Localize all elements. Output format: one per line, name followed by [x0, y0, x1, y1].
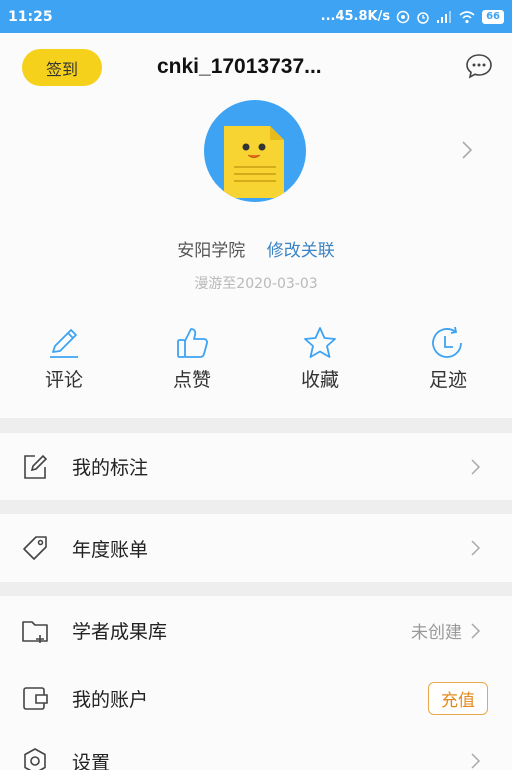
- roam-date: 漫游至2020-03-03: [194, 276, 318, 292]
- action-row: 评论 点赞 收藏 足迹: [0, 323, 512, 395]
- menu-my-account[interactable]: 我的账户 充值: [0, 665, 512, 731]
- avatar[interactable]: [204, 100, 306, 202]
- chevron-right-icon: [471, 540, 481, 556]
- action-label: 收藏: [300, 369, 339, 391]
- username: cnki_17013737...: [157, 55, 322, 78]
- section-divider: [0, 582, 512, 596]
- profile-header: 签到 cnki_17013737... 安阳学院 修改关联 漫游至2020-03…: [0, 33, 512, 418]
- clock-history-icon: [432, 326, 462, 358]
- action-label: 足迹: [428, 369, 467, 391]
- tag-icon: [23, 536, 47, 560]
- menu-my-annotations[interactable]: 我的标注: [0, 433, 512, 500]
- avatar-document-mascot-icon: [224, 126, 284, 198]
- wallet-icon: [23, 687, 48, 710]
- chevron-right-icon: [471, 753, 481, 769]
- profile-chevron-right-icon[interactable]: [460, 139, 474, 161]
- message-icon[interactable]: [464, 51, 494, 81]
- status-time: 11:25: [8, 8, 53, 25]
- status-bar: 11:25 ...45.8K/s 66: [0, 0, 512, 33]
- action-footprint[interactable]: 足迹: [384, 323, 512, 395]
- action-label: 评论: [44, 369, 83, 391]
- recharge-button[interactable]: 充值: [428, 681, 488, 715]
- section-divider: [0, 418, 512, 433]
- menu-label: 学者成果库: [72, 621, 168, 643]
- menu-scholar-library[interactable]: 学者成果库 未创建: [0, 596, 512, 665]
- hotspot-icon: [396, 10, 410, 23]
- modify-association-link[interactable]: 修改关联: [267, 241, 335, 261]
- alarm-icon: [417, 11, 429, 24]
- annotation-icon: [24, 454, 48, 479]
- settings-icon: [24, 748, 46, 770]
- action-favorite[interactable]: 收藏: [256, 323, 384, 395]
- action-comment[interactable]: 评论: [0, 323, 128, 395]
- menu-settings[interactable]: 设置: [0, 731, 512, 770]
- pencil-icon: [50, 329, 78, 358]
- menu-label: 设置: [72, 751, 111, 770]
- signal-icon: [437, 10, 452, 23]
- wifi-icon: [459, 10, 475, 23]
- signin-button[interactable]: 签到: [22, 49, 102, 86]
- chevron-right-icon: [471, 622, 481, 639]
- menu-label: 我的账户: [72, 688, 149, 711]
- action-label: 点赞: [172, 369, 211, 391]
- menu-status: 未创建: [411, 623, 462, 643]
- menu-annual-bill[interactable]: 年度账单: [0, 514, 512, 582]
- school-line: 安阳学院 修改关联: [0, 236, 512, 261]
- school-name: 安阳学院: [177, 241, 246, 261]
- battery-indicator: 66: [482, 9, 504, 24]
- section-divider: [0, 500, 512, 514]
- star-icon: [304, 327, 336, 358]
- menu-label: 年度账单: [72, 538, 149, 561]
- network-speed: ...45.8K/s: [320, 9, 391, 24]
- menu-label: 我的标注: [72, 457, 149, 479]
- status-indicators: ...45.8K/s 66: [321, 9, 504, 24]
- folder-plus-icon: [22, 620, 48, 643]
- chevron-right-icon: [471, 458, 481, 475]
- action-like[interactable]: 点赞: [128, 323, 256, 395]
- thumbs-up-icon: [177, 328, 208, 358]
